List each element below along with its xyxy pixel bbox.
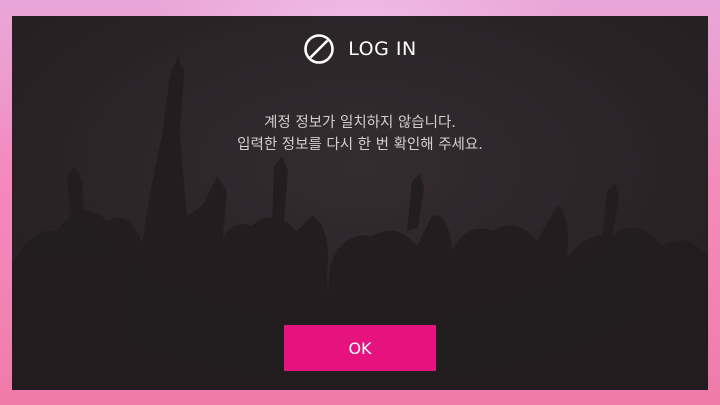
dialog-title: LOG IN xyxy=(348,38,417,60)
dialog-header: LOG IN xyxy=(12,33,708,65)
ok-button[interactable]: OK xyxy=(284,325,436,371)
error-message: 계정 정보가 일치하지 않습니다. 입력한 정보를 다시 한 번 확인해 주세요… xyxy=(12,112,708,156)
prohibited-icon xyxy=(304,34,335,64)
login-error-dialog: LOG IN 계정 정보가 일치하지 않습니다. 입력한 정보를 다시 한 번 … xyxy=(12,16,708,390)
error-message-line-1: 계정 정보가 일치하지 않습니다. xyxy=(264,115,456,131)
error-message-line-2: 입력한 정보를 다시 한 번 확인해 주세요. xyxy=(237,137,483,153)
